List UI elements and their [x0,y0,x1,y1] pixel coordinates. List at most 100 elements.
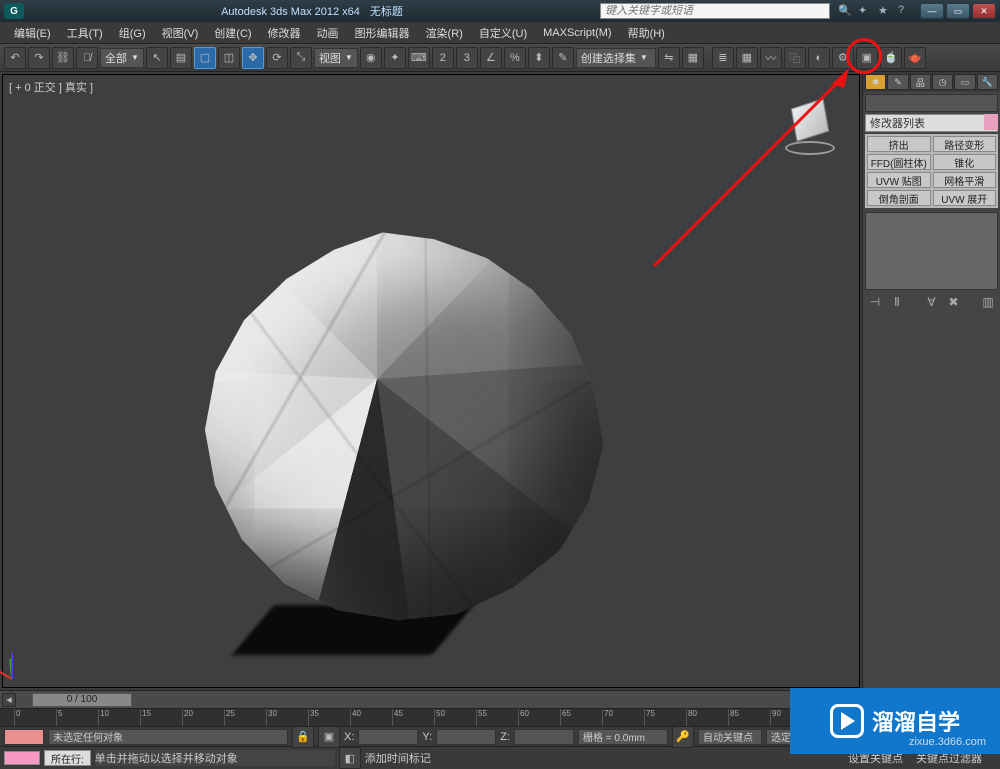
select-region-icon[interactable]: ▢ [194,47,216,69]
add-time-tag-button[interactable]: 添加时间标记 [365,750,455,766]
menu-customize[interactable]: 自定义(U) [471,25,535,41]
utilities-tab-icon[interactable]: 🔧 [977,74,998,90]
pin-stack-icon[interactable]: ⊣ [867,294,883,310]
keyboard-shortcut-icon[interactable]: ⌨ [408,47,430,69]
mod-bevelprofile-button[interactable]: 倒角剖面 [867,190,931,206]
title-bar: G Autodesk 3ds Max 2012 x64 无标题 🔍 ✦ ★ ? … [0,0,1000,22]
remove-modifier-icon[interactable]: ✖ [946,294,962,310]
selection-filter-dropdown[interactable]: 全部▼ [100,48,144,68]
close-button[interactable]: ✕ [972,3,996,19]
move-icon[interactable]: ✥ [242,47,264,69]
modify-tab-icon[interactable]: ✎ [887,74,908,90]
configure-sets-icon[interactable]: ▥ [980,294,996,310]
display-tab-icon[interactable]: ▭ [954,74,975,90]
search-icon[interactable]: 🔍 [838,4,852,18]
tool-icon[interactable]: ✦ [858,4,872,18]
isolate-icon[interactable]: ▣ [318,726,340,748]
render-production-icon[interactable]: 🍵 [880,47,902,69]
object-color-swatch[interactable] [984,114,998,130]
time-slider-left-icon[interactable]: ◂ [2,693,16,707]
render-iterative-icon[interactable]: 🫖 [904,47,926,69]
edit-named-sel-icon[interactable]: ✎ [552,47,574,69]
named-selection-dropdown[interactable]: 创建选择集▼ [576,48,656,68]
menu-tools[interactable]: 工具(T) [59,25,111,41]
mod-ffdcyl-button[interactable]: FFD(圆柱体) [867,154,931,170]
menu-modifiers[interactable]: 修改器 [260,25,309,41]
z-coord-input[interactable] [514,729,574,745]
rotate-icon[interactable]: ⟳ [266,47,288,69]
redo-icon[interactable]: ↷ [28,47,50,69]
grid-status: 栅格 = 0.0mm [578,729,668,745]
tick: 75 [644,709,655,726]
watermark-badge: 溜溜自学 zixue.3d66.com [790,688,1000,754]
unlink-icon[interactable]: ⛓̸ [76,47,98,69]
select-name-icon[interactable]: ▤ [170,47,192,69]
script-record-indicator[interactable] [4,729,44,745]
window-crossing-icon[interactable]: ◫ [218,47,240,69]
annotation-arrow [634,66,854,286]
snap-2d-icon[interactable]: 2 [432,47,454,69]
menu-maxscript[interactable]: MAXScript(M) [535,27,619,39]
viewport-label[interactable]: [ + 0 正交 ] 真实 ] [9,79,93,95]
tick: 25 [224,709,235,726]
y-coord-input[interactable] [436,729,496,745]
location-button[interactable]: 所在行: [44,750,91,766]
motion-tab-icon[interactable]: ◷ [932,74,953,90]
app-icon[interactable]: G [4,3,24,19]
tick: 65 [560,709,571,726]
modifier-list-dropdown[interactable]: 修改器列表▼ [865,114,998,132]
select-icon[interactable]: ↖ [146,47,168,69]
mod-pathdeform-button[interactable]: 路径变形 [933,136,997,152]
menu-bar: 编辑(E) 工具(T) 组(G) 视图(V) 创建(C) 修改器 动画 图形编辑… [0,22,1000,44]
autokey-button[interactable]: 自动关键点 [698,729,762,745]
menu-animation[interactable]: 动画 [309,25,347,41]
mod-uvwunwrap-button[interactable]: UVW 展开 [933,190,997,206]
show-end-result-icon[interactable]: Ⅱ [889,294,905,310]
snap-3d-icon[interactable]: 3 [456,47,478,69]
menu-view[interactable]: 视图(V) [154,25,207,41]
menu-help[interactable]: 帮助(H) [620,25,673,41]
help-search-input[interactable] [600,3,830,19]
mod-extrude-button[interactable]: 挤出 [867,136,931,152]
annotation-circle [846,38,882,74]
tick: 90 [770,709,781,726]
title-utility-icons: 🔍 ✦ ★ ? [838,4,912,18]
star-icon[interactable]: ★ [878,4,892,18]
scale-icon[interactable]: ⤡ [290,47,312,69]
link-icon[interactable]: ⛓ [52,47,74,69]
menu-grapheditors[interactable]: 图形编辑器 [347,25,418,41]
hierarchy-tab-icon[interactable]: 品 [910,74,931,90]
object-name-field[interactable] [865,94,998,112]
prompt-hint: 单击并拖动以选择并移动对象 [95,750,335,766]
select-manipulate-icon[interactable]: ✦ [384,47,406,69]
tick: 40 [350,709,361,726]
menu-group[interactable]: 组(G) [111,25,154,41]
mod-taper-button[interactable]: 锥化 [933,154,997,170]
command-panel-tabs: ✱ ✎ 品 ◷ ▭ 🔧 [863,72,1000,92]
menu-render[interactable]: 渲染(R) [418,25,471,41]
x-coord-input[interactable] [358,729,418,745]
menu-edit[interactable]: 编辑(E) [6,25,59,41]
maximize-button[interactable]: ▭ [946,3,970,19]
script-line-swatch[interactable] [4,751,40,765]
time-slider-handle[interactable]: 0 / 100 [32,693,132,707]
watermark-url: zixue.3d66.com [909,736,986,748]
minimize-button[interactable]: — [920,3,944,19]
mod-meshsmooth-button[interactable]: 网格平滑 [933,172,997,188]
pivot-icon[interactable]: ◉ [360,47,382,69]
mod-uvwmap-button[interactable]: UVW 贴图 [867,172,931,188]
percent-snap-icon[interactable]: % [504,47,526,69]
create-tab-icon[interactable]: ✱ [865,74,886,90]
modifier-stack[interactable] [865,212,998,290]
menu-create[interactable]: 创建(C) [206,25,259,41]
help-icon[interactable]: ? [898,4,912,18]
refcoord-dropdown[interactable]: 视图▼ [314,48,358,68]
undo-icon[interactable]: ↶ [4,47,26,69]
make-unique-icon[interactable]: ∀ [924,294,940,310]
geosphere-object[interactable] [173,203,633,648]
angle-snap-icon[interactable]: ∠ [480,47,502,69]
time-tag-icon[interactable]: ◧ [339,747,361,769]
spinner-snap-icon[interactable]: ⬍ [528,47,550,69]
key-mode-toggle-icon[interactable]: 🔑 [672,726,694,748]
lock-selection-icon[interactable]: 🔒 [292,726,314,748]
